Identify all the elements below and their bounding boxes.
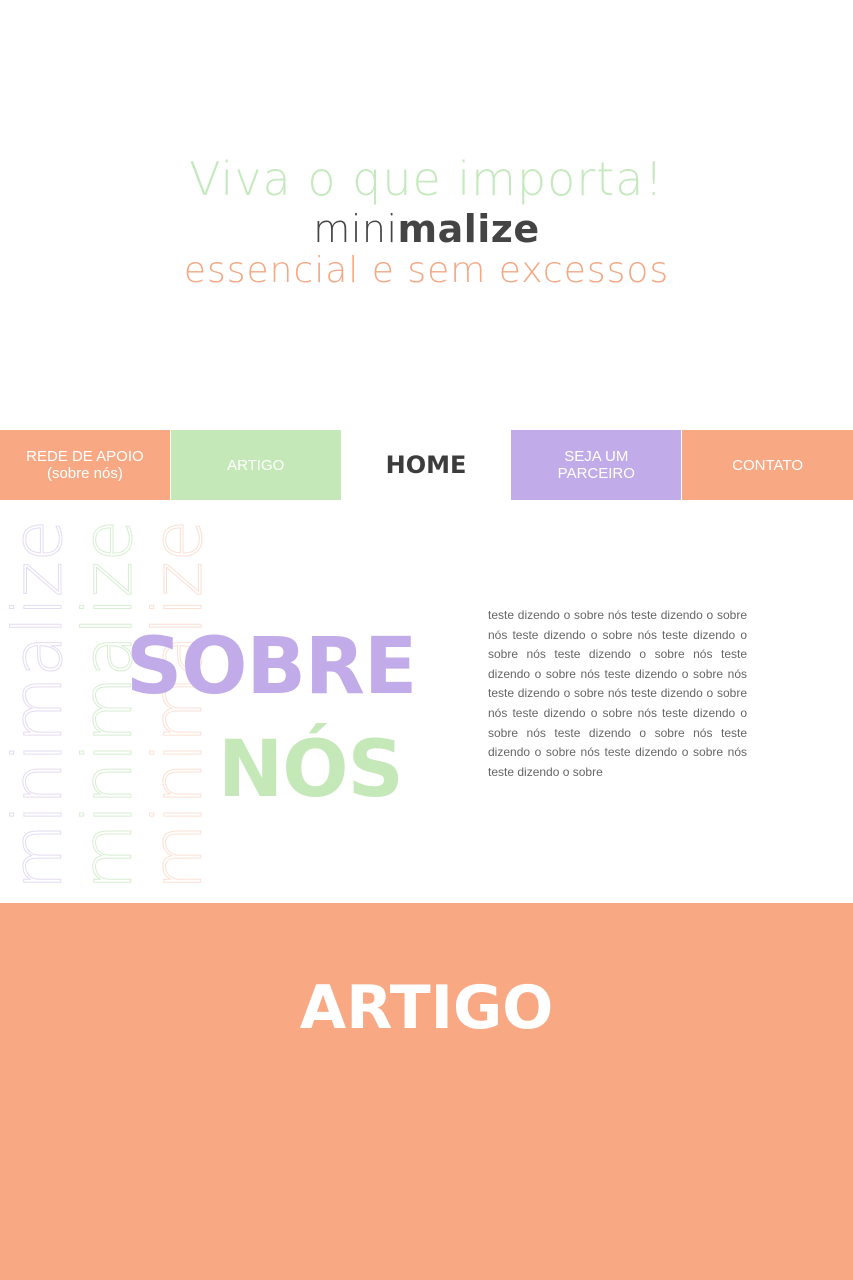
nav-item-label: CONTATO [732, 456, 803, 474]
brand-logo-light: mini [313, 207, 398, 251]
nav-item-rede-de-apoio[interactable]: REDE DE APOIO (sobre nós) [0, 430, 170, 500]
hero-tagline: Viva o que importa! [189, 152, 664, 206]
nav-item-seja-um-parceiro[interactable]: SEJA UM PARCEIRO [511, 430, 682, 500]
hero-section: Viva o que importa! minimalize essencial… [0, 0, 853, 430]
brand-logo: minimalize [0, 207, 853, 251]
hero-subtitle: essencial e sem excessos [183, 250, 670, 291]
nav-item-artigo[interactable]: ARTIGO [170, 430, 341, 500]
nav-item-contato[interactable]: CONTATO [682, 430, 853, 500]
article-title: ARTIGO [299, 973, 554, 1043]
nav-item-home[interactable]: HOME [340, 430, 512, 500]
watermark-text-lavender: minimalize [4, 519, 74, 890]
main-nav: REDE DE APOIO (sobre nós) ARTIGO HOME SE… [0, 430, 853, 500]
nav-item-label: HOME [385, 450, 467, 479]
nav-item-label: ARTIGO [227, 456, 285, 474]
article-section: ARTIGO [0, 903, 853, 1280]
nav-item-label: SEJA UM PARCEIRO [557, 448, 635, 482]
about-section: minimalize minimalize minimalize SOBRE N… [0, 500, 853, 903]
about-body-text: teste dizendo o sobre nós teste dizendo … [488, 608, 747, 779]
about-heading-line2: NÓS [218, 725, 404, 815]
about-heading-line1: SOBRE [126, 622, 417, 712]
brand-logo-bold: malize [397, 207, 540, 251]
nav-item-label: REDE DE APOIO (sobre nós) [26, 448, 144, 482]
